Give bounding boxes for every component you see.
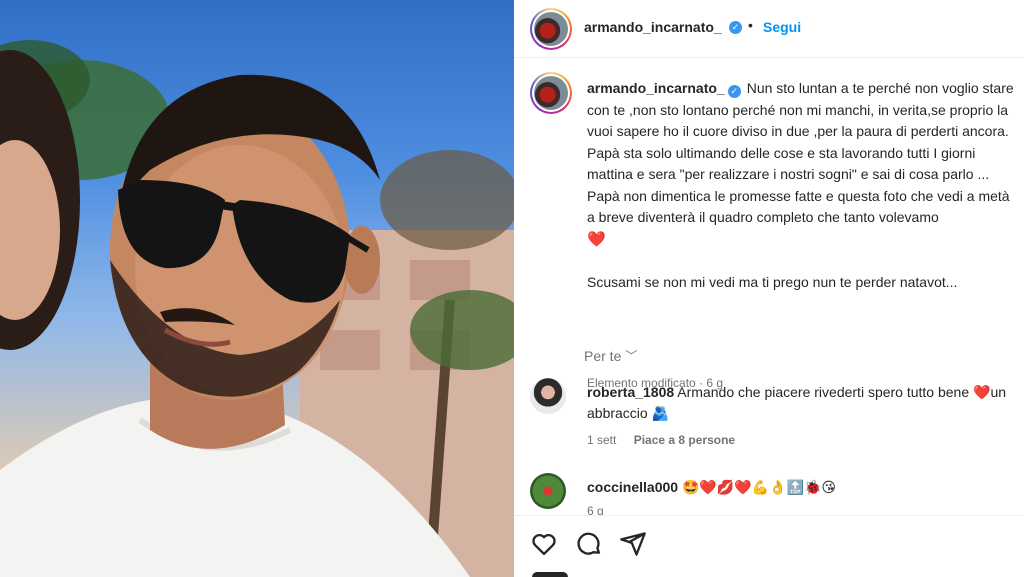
header-separator: •: [748, 17, 753, 33]
chevron-down-icon: ﹀: [625, 349, 638, 363]
follow-button[interactable]: Segui: [763, 19, 801, 35]
comment-body: roberta_1808 Armando che piacere riveder…: [587, 382, 1017, 424]
post-header: armando_incarnato_ ✓ • Segui: [514, 0, 1024, 58]
caption-author-username[interactable]: armando_incarnato_: [587, 80, 725, 96]
verified-badge-icon: ✓: [727, 85, 741, 98]
author-username[interactable]: armando_incarnato_: [584, 19, 722, 35]
translate-label: Per te: [584, 348, 622, 364]
comment-text: 🤩❤️💋❤️💪👌🔝🐞😘: [681, 479, 837, 495]
paper-plane-icon[interactable]: [619, 530, 647, 558]
caption-author-avatar[interactable]: [530, 72, 572, 114]
verified-badge-icon: ✓: [729, 21, 742, 34]
post-action-bar: [514, 515, 1024, 577]
commenter-username[interactable]: coccinella000: [587, 479, 678, 495]
commenter-avatar[interactable]: [530, 473, 566, 509]
liked-by-avatars[interactable]: [532, 572, 568, 577]
comment-body: coccinella000 🤩❤️💋❤️💪👌🔝🐞😘: [587, 477, 1017, 498]
heart-outline-icon[interactable]: [530, 530, 558, 558]
caption-text: Nun sto luntan a te perché non voglio st…: [587, 80, 1014, 225]
translate-toggle[interactable]: Per te ﹀: [584, 348, 637, 365]
commenter-username[interactable]: roberta_1808: [587, 384, 674, 400]
speech-bubble-icon[interactable]: [575, 530, 603, 558]
caption-text-continued: Scusami se non mi vedi ma ti prego nun t…: [587, 273, 958, 290]
caption-body: armando_incarnato_ ✓ Nun sto luntan a te p…: [587, 78, 1019, 293]
comment-likes[interactable]: Piace a 8 persone: [634, 433, 735, 447]
selfie-image: [0, 40, 514, 577]
post-photo[interactable]: [0, 0, 514, 577]
comment-time: 1 sett: [587, 433, 617, 447]
author-avatar[interactable]: [530, 8, 572, 50]
commenter-avatar[interactable]: [530, 378, 566, 414]
post-detail-panel: armando_incarnato_ ✓ • Segui armando_inc…: [514, 0, 1024, 577]
comment-meta: 1 sett Piace a 8 persone: [587, 433, 749, 447]
red-heart-icon: ❤️: [587, 230, 606, 248]
